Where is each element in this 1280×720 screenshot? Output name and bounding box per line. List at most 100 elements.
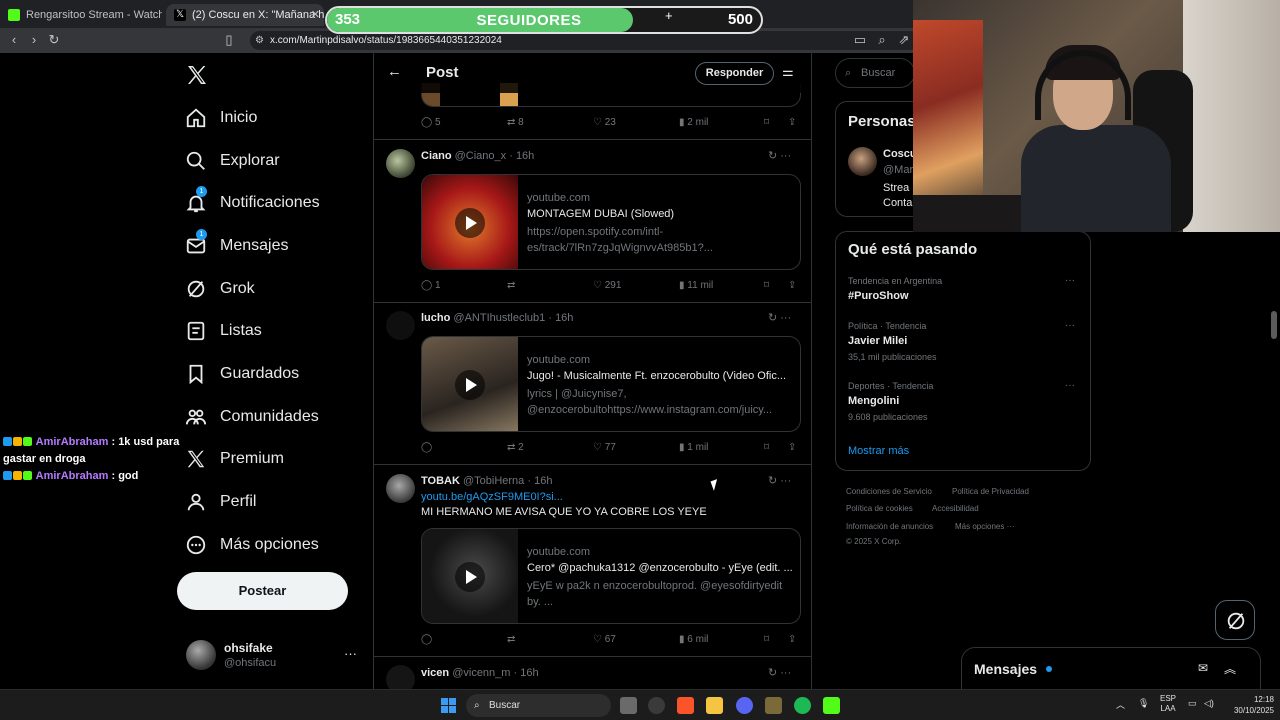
taskbar-search[interactable]: ⌕ Buscar: [466, 694, 611, 717]
person-handle[interactable]: @Mar: [883, 164, 913, 176]
repost-icon[interactable]: ⇄ 2: [507, 442, 524, 453]
link-card[interactable]: youtube.com Cero* @pachuka1312 @enzocero…: [421, 528, 801, 624]
repost-icon[interactable]: ⇄: [507, 280, 515, 291]
tweet-author-name[interactable]: lucho: [421, 312, 450, 324]
more-icon[interactable]: ↻ ···: [768, 666, 791, 679]
footer-link[interactable]: Más opciones ···: [955, 522, 1015, 531]
more-icon[interactable]: ···: [1065, 275, 1075, 286]
sidebar-item-notificaciones[interactable]: 1 Notificaciones: [185, 186, 320, 218]
bookmark-icon[interactable]: ⌑: [764, 634, 769, 645]
zoom-icon[interactable]: ⌕: [874, 32, 890, 48]
cast-icon[interactable]: ▭: [852, 32, 868, 48]
more-icon[interactable]: ···: [1065, 320, 1075, 331]
like-icon[interactable]: ♡ 67: [593, 634, 616, 645]
network-icon[interactable]: ▭: [1188, 698, 1197, 709]
microphone-icon[interactable]: 🎙︎: [1138, 698, 1149, 709]
tweet-author-name[interactable]: TOBAK: [421, 475, 460, 487]
tweet-handle[interactable]: @TobiHerna: [463, 475, 524, 487]
trend-name[interactable]: Javier Milei: [848, 335, 907, 347]
language-indicator[interactable]: ESP LAA: [1160, 694, 1176, 714]
views-icon[interactable]: ▮ 11 mil: [679, 280, 713, 291]
account-switcher[interactable]: ohsifake @ohsifacu ···: [186, 638, 366, 674]
kick-icon[interactable]: [823, 697, 840, 714]
show-more-link[interactable]: Mostrar más: [848, 445, 909, 457]
footer-link[interactable]: Política de Privacidad: [952, 487, 1029, 496]
tray-chevron-icon[interactable]: ︿: [1116, 698, 1125, 711]
messages-drawer[interactable]: Mensajes ✉ ︽: [961, 647, 1261, 690]
tweet-handle[interactable]: @ANTIhustleclub1: [453, 312, 545, 324]
like-icon[interactable]: ♡ 23: [593, 117, 616, 128]
footer-link[interactable]: Accesibilidad: [932, 504, 979, 513]
tweet-author-name[interactable]: vicen: [421, 667, 449, 679]
post-button[interactable]: Postear: [177, 572, 348, 610]
share-icon[interactable]: ⇪: [788, 280, 796, 291]
repost-icon[interactable]: ⇄ 8: [507, 117, 524, 128]
reply-icon[interactable]: ◯: [421, 634, 432, 645]
views-icon[interactable]: ▮ 2 mil: [679, 117, 708, 128]
tweet-time[interactable]: · 16h: [514, 667, 539, 679]
reply-icon[interactable]: ◯: [421, 442, 432, 453]
volume-icon[interactable]: ◁): [1204, 698, 1214, 709]
views-icon[interactable]: ▮ 1 mil: [679, 442, 708, 453]
reply-icon[interactable]: ◯ 1: [421, 280, 441, 291]
close-tab-icon[interactable]: ✕: [311, 4, 320, 26]
scrollbar[interactable]: [1271, 311, 1277, 339]
person-name[interactable]: Coscu: [883, 148, 917, 160]
trend-name[interactable]: #PuroShow: [848, 290, 909, 302]
expand-icon[interactable]: ︽: [1224, 660, 1236, 677]
bookmark-page-icon[interactable]: ▯: [221, 32, 237, 48]
share-icon[interactable]: ⇪: [788, 634, 796, 645]
bookmark-icon[interactable]: ⌑: [764, 117, 769, 128]
x-logo-icon[interactable]: [185, 63, 209, 87]
site-info-icon[interactable]: ⚙: [255, 31, 264, 50]
sidebar-item-mas-opciones[interactable]: Más opciones: [185, 530, 319, 560]
new-message-icon[interactable]: ✉: [1198, 661, 1208, 675]
trend-name[interactable]: Mengolini: [848, 395, 899, 407]
sidebar-item-mensajes[interactable]: 1 Mensajes: [185, 229, 288, 261]
reload-icon[interactable]: ↻: [46, 32, 62, 48]
sidebar-item-inicio[interactable]: Inicio: [185, 103, 257, 133]
tweet-handle[interactable]: @vicenn_m: [452, 667, 510, 679]
spotify-icon[interactable]: [794, 697, 811, 714]
avatar[interactable]: [386, 665, 415, 689]
sidebar-item-comunidades[interactable]: Comunidades: [185, 402, 319, 432]
task-view-icon[interactable]: [620, 697, 637, 714]
like-icon[interactable]: ♡ 291: [593, 280, 621, 291]
brave-icon[interactable]: [677, 697, 694, 714]
more-icon[interactable]: ···: [1065, 380, 1075, 391]
sidebar-item-perfil[interactable]: Perfil: [185, 487, 256, 517]
footer-link[interactable]: Información de anuncios: [846, 522, 933, 531]
bookmark-icon[interactable]: ⌑: [764, 280, 769, 291]
clock[interactable]: 12:18 30/10/2025: [1226, 694, 1274, 716]
filter-icon[interactable]: ⚌: [782, 64, 794, 80]
tweet-time[interactable]: · 16h: [527, 475, 552, 487]
share-icon[interactable]: ⇪: [788, 117, 796, 128]
back-arrow-icon[interactable]: ←: [387, 63, 402, 80]
avatar[interactable]: [386, 474, 415, 503]
more-icon[interactable]: ↻ ···: [768, 311, 791, 324]
chatgpt-icon[interactable]: [648, 697, 665, 714]
tweet-link[interactable]: youtu.be/gAQzSF9ME0I?si...: [421, 491, 563, 503]
file-explorer-icon[interactable]: [706, 697, 723, 714]
footer-link[interactable]: Política de cookies: [846, 504, 913, 513]
share-icon[interactable]: ⇪: [788, 442, 796, 453]
more-icon[interactable]: ↻ ···: [768, 474, 791, 487]
tweet-handle[interactable]: @Ciano_x: [455, 150, 507, 162]
grok-float-button[interactable]: [1215, 600, 1255, 640]
more-icon[interactable]: ↻ ···: [768, 149, 791, 162]
forward-icon[interactable]: ›: [26, 32, 42, 48]
windows-start-icon[interactable]: [441, 698, 456, 713]
reply-button[interactable]: Responder: [695, 62, 774, 85]
avatar[interactable]: [386, 311, 415, 340]
tweet-time[interactable]: · 16h: [509, 150, 534, 162]
share-icon[interactable]: ⇗: [896, 32, 912, 48]
link-card[interactable]: youtube.com Jugo! - Musicalmente Ft. enz…: [421, 336, 801, 432]
sidebar-item-grok[interactable]: Grok: [185, 274, 255, 304]
sidebar-item-listas[interactable]: Listas: [185, 316, 262, 346]
avatar[interactable]: [386, 149, 415, 178]
views-icon[interactable]: ▮ 6 mil: [679, 634, 708, 645]
app-icon[interactable]: [765, 697, 782, 714]
search-input[interactable]: ⌕ Buscar: [835, 58, 915, 88]
sidebar-item-guardados[interactable]: Guardados: [185, 359, 299, 389]
repost-icon[interactable]: ⇄: [507, 634, 515, 645]
